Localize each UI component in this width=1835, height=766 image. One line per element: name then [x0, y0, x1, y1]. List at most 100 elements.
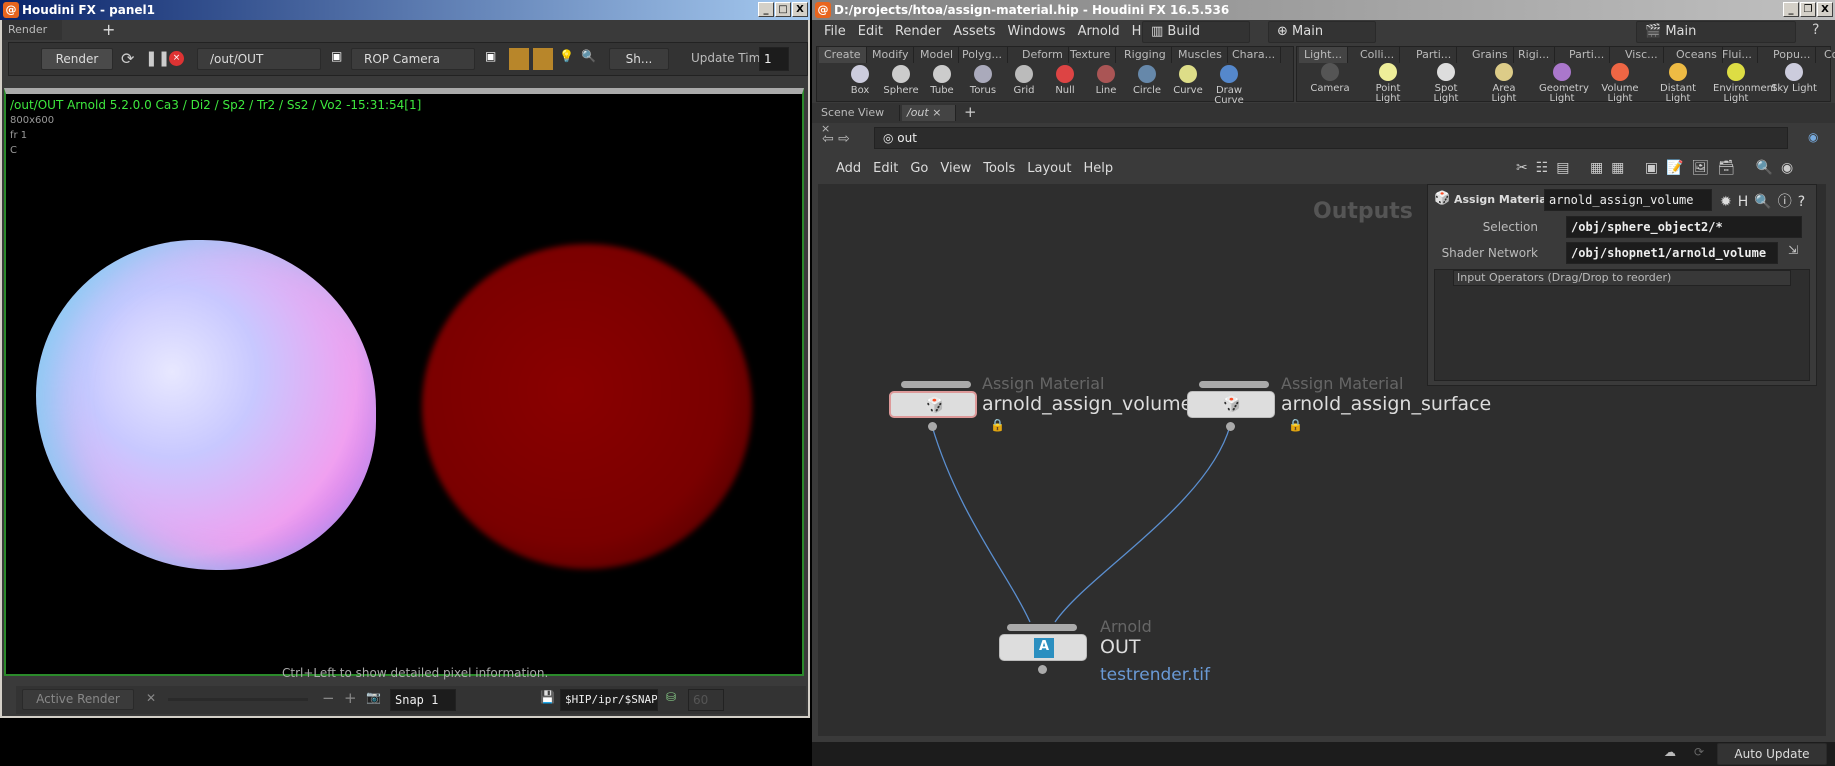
shader-network-field[interactable]: /obj/shopnet1/arnold_volume [1566, 242, 1778, 264]
preview-toggle[interactable] [533, 48, 553, 70]
shelf-tool[interactable]: Camera [1307, 63, 1353, 94]
node-bypass-bar[interactable] [901, 381, 971, 388]
snapshot-path-field[interactable]: $HIP/ipr/$SNAPNAME.$F [560, 689, 658, 711]
node-output-connector[interactable] [1038, 665, 1047, 674]
shelf-tool[interactable]: Spot Light [1423, 63, 1469, 104]
shelf-tab[interactable]: Colli... [1355, 47, 1401, 63]
pick-rop-icon[interactable]: ▣ [331, 49, 342, 63]
lock-icon[interactable]: 🔒 [1288, 418, 1303, 432]
shelf-tool[interactable]: Distant Light [1655, 63, 1701, 104]
minimize-button[interactable]: _ [1783, 2, 1799, 17]
refresh-icon[interactable]: ⟳ [121, 49, 134, 68]
shelf-tab[interactable]: Modify [867, 47, 915, 63]
shelf-tool[interactable]: Tube [919, 65, 965, 96]
lightbulb-icon[interactable]: 💡 [559, 49, 574, 63]
network-editor[interactable]: Outputs 🎲 Assign Material arnold_assign_… [818, 184, 1826, 736]
maximize-button[interactable]: □ [775, 2, 791, 17]
network-toolbar-icons[interactable]: ✂☷▤ ▦▦ ▣📝🖼🗃 🔍◉ [1516, 160, 1801, 176]
shelf-tab[interactable]: Grains [1467, 47, 1514, 63]
help-icon[interactable]: ? [1812, 22, 1819, 38]
shelf-tool[interactable]: Area Light [1481, 63, 1527, 104]
shelf-tab[interactable]: Polyg... [957, 47, 1009, 63]
brain-icon[interactable]: ☁ [1664, 745, 1676, 759]
menu-assets[interactable]: Assets [953, 24, 995, 44]
add-tab-button[interactable]: + [964, 103, 977, 121]
snapshot-slider[interactable] [168, 698, 308, 701]
shelf-tab[interactable]: Muscles [1173, 47, 1228, 63]
node-bypass-bar[interactable] [1199, 381, 1269, 388]
save-disk-icon[interactable]: ⛁ [666, 690, 676, 704]
shelf-tab[interactable]: Create [819, 47, 867, 63]
desktop-select[interactable]: ▥ Build [1142, 21, 1250, 43]
render-button[interactable]: Render [41, 48, 113, 70]
input-operators-list[interactable]: Input Operators (Drag/Drop to reorder) [1434, 269, 1810, 381]
update-icon[interactable]: ⟳ [1694, 745, 1704, 759]
close-button[interactable]: X [792, 2, 808, 17]
param-header-icons[interactable]: ✹H🔍ⓘ? [1720, 191, 1811, 211]
close-button[interactable]: X [1817, 2, 1833, 17]
shelf-tab[interactable]: Parti... [1564, 47, 1611, 63]
update-time-field[interactable]: 1 [759, 47, 789, 71]
shelf-tab[interactable]: Texture [1065, 47, 1117, 63]
lock-icon[interactable]: 🔒 [990, 418, 1005, 432]
rop-path-select[interactable]: /out/OUT [197, 48, 321, 70]
shelf-tab[interactable]: Oceans [1671, 47, 1723, 63]
node-output-connector[interactable] [1226, 422, 1235, 431]
shelf-tab[interactable]: Popu... [1768, 47, 1817, 63]
pick-node-icon[interactable]: ⇲ [1788, 243, 1798, 257]
shelf-tab[interactable]: Model [915, 47, 960, 63]
net-menu-add[interactable]: Add [836, 161, 861, 176]
tab-out[interactable]: /out × [902, 105, 956, 121]
fps-field[interactable]: 60 [688, 689, 724, 711]
network-desktop-select[interactable]: ⊕ Main [1268, 21, 1376, 43]
shading-select[interactable]: Sh... [609, 48, 669, 70]
net-menu-edit[interactable]: Edit [873, 161, 898, 176]
save-snapshot-icon[interactable]: 💾 [540, 690, 555, 704]
node-bypass-bar[interactable] [1007, 624, 1077, 631]
restore-button[interactable]: ❐ [1800, 2, 1816, 17]
output-file-label[interactable]: testrender.tif [1100, 665, 1210, 685]
shelf-tool[interactable]: Volume Light [1597, 63, 1643, 104]
shelf-tab[interactable]: Visc... [1620, 47, 1664, 63]
node-name-field[interactable]: arnold_assign_volume [1544, 189, 1712, 211]
camera-snapshot-icon[interactable]: 📷 [366, 690, 381, 704]
shelf-tab[interactable]: Chara... [1227, 47, 1282, 63]
shelf-tab[interactable]: Deform [1017, 47, 1069, 63]
network-path-bar[interactable]: ◎ out [874, 127, 1788, 149]
snap-name-field[interactable]: Snap 1 [390, 689, 456, 711]
shelf-tool[interactable]: Null [1042, 65, 1088, 96]
tab-scene-view[interactable]: Scene View × [816, 105, 900, 135]
camera-select[interactable]: ROP Camera [351, 48, 475, 70]
add-tab-button[interactable]: + [102, 20, 115, 39]
plus-icon[interactable]: + [344, 689, 357, 707]
menu-windows[interactable]: Windows [1008, 24, 1066, 44]
minimize-button[interactable]: _ [758, 2, 774, 17]
pause-icon[interactable]: ❚❚ [145, 49, 170, 67]
shelf-tool[interactable]: Environment Light [1713, 63, 1777, 104]
shelf-tool[interactable]: Point Light [1365, 63, 1411, 104]
auto-render-toggle[interactable] [509, 48, 529, 70]
menu-edit[interactable]: Edit [858, 24, 883, 44]
net-menu-go[interactable]: Go [910, 161, 928, 176]
shelf-tool[interactable]: Line [1083, 65, 1129, 96]
net-menu-help[interactable]: Help [1083, 161, 1113, 176]
active-render-select[interactable]: Active Render [22, 689, 134, 710]
menu-arnold[interactable]: Arnold [1078, 24, 1120, 44]
menu-render[interactable]: Render [895, 24, 941, 44]
net-menu-tools[interactable]: Tools [983, 161, 1015, 176]
shelf-tool[interactable]: Grid [1001, 65, 1047, 96]
auto-update-select[interactable]: Auto Update [1717, 743, 1827, 765]
node-output-connector[interactable] [928, 422, 937, 431]
shelf-tool[interactable]: Torus [960, 65, 1006, 96]
takes-select[interactable]: 🎬 Main [1636, 21, 1796, 43]
delete-snapshot-icon[interactable]: ✕ [146, 691, 156, 705]
magnifier-icon[interactable]: 🔍 [581, 49, 596, 63]
shelf-tab[interactable]: Rigi... [1513, 47, 1556, 63]
node-arnold-assign-surface[interactable]: 🎲 [1187, 391, 1275, 418]
shelf-tab[interactable]: Flui... [1717, 47, 1758, 63]
shelf-tool[interactable]: Box [837, 65, 883, 96]
menu-file[interactable]: File [824, 24, 846, 44]
pick-camera-icon[interactable]: ▣ [485, 49, 496, 63]
pin-icon[interactable]: ◉ [1808, 130, 1818, 144]
shelf-tool[interactable]: Draw Curve [1206, 65, 1252, 106]
